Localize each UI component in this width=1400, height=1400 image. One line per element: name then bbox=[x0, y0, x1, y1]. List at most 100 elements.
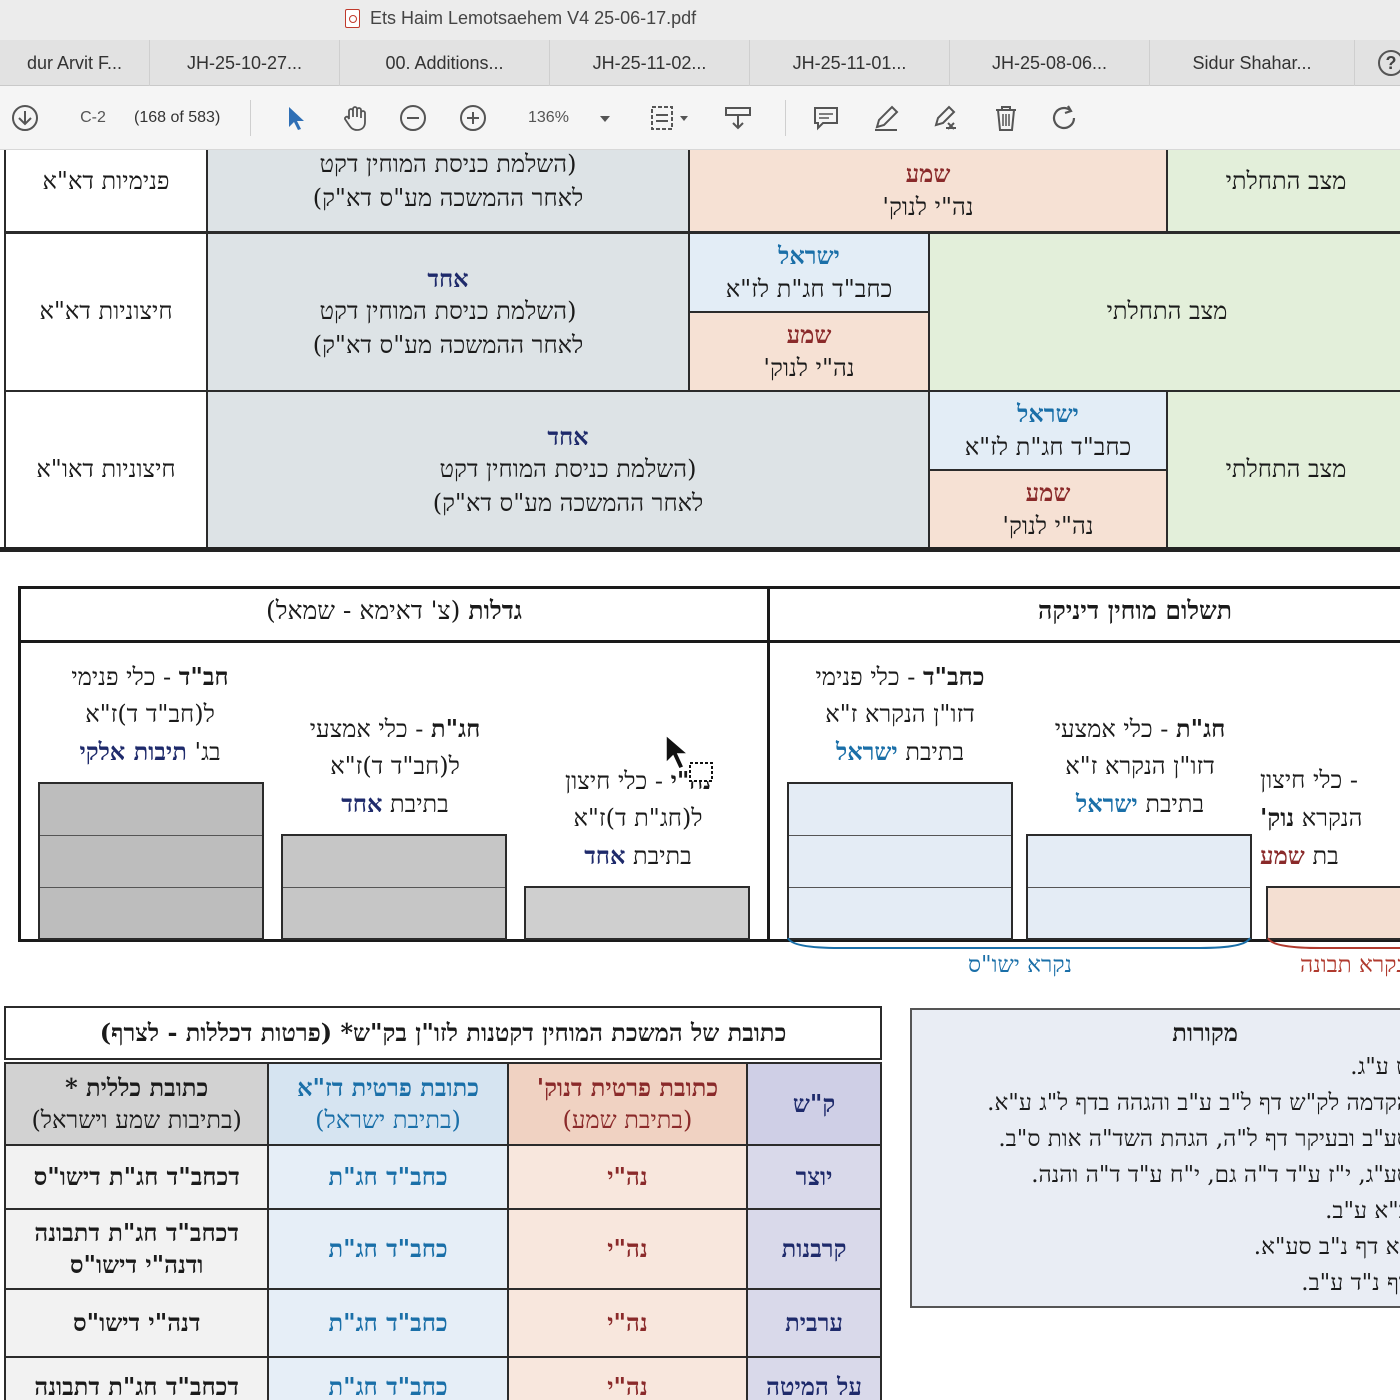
gadlut-col-b-rest: - כלי אמצעי bbox=[309, 715, 432, 743]
yenika-col-a-line3-pre: בתיבת bbox=[897, 738, 965, 767]
row1-left-label: פנימיות דא"א bbox=[4, 150, 208, 233]
gadlut-col-c-line3-pre: בתיבת bbox=[625, 842, 692, 871]
t2-row2-klali: דכחב"ד חג"ת דתבונה ודנה"י דישו"ס bbox=[3, 1208, 270, 1290]
mouse-cursor-icon bbox=[665, 733, 713, 782]
gadlut-title-rest: (צ' דאימא - שמאל) bbox=[266, 596, 469, 625]
row1-achad-line1: (השלמת כניסת המוחין דקט bbox=[319, 150, 577, 178]
rotate-icon[interactable] bbox=[1050, 103, 1080, 133]
tab-6[interactable]: JH-25-08-06... bbox=[950, 40, 1150, 86]
gadlut-bar-c bbox=[524, 886, 750, 940]
row3-israel-sub: כחב"ד חג"ת לז"א bbox=[964, 432, 1132, 461]
t2-row1-name: יוצר bbox=[746, 1144, 882, 1210]
zoom-value: 136% bbox=[528, 109, 569, 126]
title-bar: Ets Haim Lemotsaehem V4 25-06-17.pdf bbox=[0, 0, 1400, 40]
gadlut-title: גדלות (צ' דאימא - שמאל) bbox=[18, 596, 770, 626]
download-icon[interactable] bbox=[10, 103, 40, 133]
t2-row4-nuk: נה"י bbox=[506, 1356, 749, 1400]
row3-achad-line1: (השלמת כניסת המוחין דקט bbox=[439, 455, 697, 484]
yenika-bar-c bbox=[1266, 886, 1400, 940]
gadlut-col-c-line3-hl: אחד bbox=[584, 841, 626, 871]
gadlut-col-a-line3-hl: תיבות אלקי bbox=[79, 737, 187, 767]
t2-row2-za: כחב"ד חג"ת bbox=[267, 1208, 509, 1290]
row3-shema-sub: נה"י לנוק' bbox=[1002, 511, 1094, 540]
table-row: על המיטה נה"י כחב"ד חג"ת דכחב"ד חג"ת דתב… bbox=[3, 1356, 882, 1400]
yenika-title: תשלום מוחין דיניקה bbox=[1037, 596, 1232, 625]
table-row: יוצר נה"י כחב"ד חג"ת דכחב"ד חג"ת דישו"ס bbox=[3, 1144, 882, 1210]
t2-col-klali: כתובת כללית * (בתיבות שמע וישראל) bbox=[3, 1062, 270, 1146]
gadlut-col-a-bold: חב"ד bbox=[178, 662, 229, 691]
row2-achad-line1: (השלמת כניסת המוחין דקט bbox=[319, 297, 577, 326]
t2-row4-za: כחב"ד חג"ת bbox=[267, 1356, 509, 1400]
t2-col-ks: ק"ש bbox=[746, 1062, 882, 1146]
tab-3[interactable]: 00. Additions... bbox=[340, 40, 550, 86]
row3-israel-cell: ישראל כחב"ד חג"ת לז"א bbox=[928, 390, 1168, 471]
table2-header: כתובת של המשכת המוחין דקטנות לזו"ן בק"ש*… bbox=[4, 1006, 882, 1060]
yenika-col-a-label: כחב"ד - כלי פנימי דזו"ן הנקרא ז"א בתיבת … bbox=[780, 658, 1020, 772]
tab-bar: dur Arvit F... JH-25-10-27... 00. Additi… bbox=[0, 40, 1400, 86]
fit-page-icon[interactable] bbox=[648, 103, 692, 133]
row2-shema-word: שמע bbox=[786, 319, 832, 349]
yenika-col-b-bold: חג"ת bbox=[1176, 714, 1226, 743]
row2-achad-cell: אחד (השלמת כניסת המוחין דקט לאחר ההמשכה … bbox=[206, 232, 690, 392]
t2-col-nuk: כתובת פרטית דנוק' (בתיבת שמע) bbox=[506, 1062, 749, 1146]
source-line-2: הקדמה לק"ש דף ל"ב ע"ב והגהה בדף ל"ג ע"א. bbox=[987, 1090, 1400, 1116]
sign-icon[interactable] bbox=[930, 103, 960, 133]
help-icon[interactable]: ? bbox=[1378, 50, 1400, 76]
t2-row2-nuk: נה"י bbox=[506, 1208, 749, 1290]
yenika-col-b-rest: - כלי אמצעי bbox=[1054, 715, 1177, 743]
tab-7[interactable]: Sidur Shahar... bbox=[1150, 40, 1355, 86]
gadlut-col-a-label: חב"ד - כלי פנימי ל(חב"ד ד)ז"א בג' תיבות … bbox=[30, 658, 270, 772]
yenika-col-c-line3-pre: בת bbox=[1304, 842, 1339, 871]
row3-achad-cell: אחד (השלמת כניסת המוחין דקט לאחר ההמשכה … bbox=[206, 390, 930, 550]
trash-icon[interactable] bbox=[991, 103, 1021, 133]
row1-left-label-text: פנימיות דא"א bbox=[42, 166, 170, 195]
t2-row3-nuk: נה"י bbox=[506, 1288, 749, 1358]
gadlut-col-c-line2: ל(חג"ת ד)ז"א bbox=[573, 804, 703, 833]
source-line-5: כ"א ע"ב. bbox=[1325, 1198, 1400, 1224]
gadlut-col-b-label: חג"ת - כלי אמצעי ל(חב"ד ד)ז"א בתיבת אחד bbox=[275, 710, 515, 824]
row2-achad-word: אחד bbox=[427, 263, 469, 293]
t2-col-klali-l1: כתובת כללית * bbox=[65, 1072, 209, 1102]
tab-2[interactable]: JH-25-10-27... bbox=[150, 40, 340, 86]
row3-achad-line2: לאחר ההמשכה מע"ס דא"ק) bbox=[432, 488, 704, 517]
yenika-col-c-label: - כלי חיצון הנקרא נוק' בת שמע bbox=[1260, 762, 1400, 876]
zoom-in-icon[interactable] bbox=[458, 103, 488, 133]
gadlut-col-a-line3-pre: בג' bbox=[186, 738, 221, 767]
gadlut-col-b-line3-pre: בתיבת bbox=[382, 790, 449, 819]
zoom-select[interactable]: 136% bbox=[512, 104, 618, 132]
tab-5[interactable]: JH-25-11-01... bbox=[750, 40, 950, 86]
row3-left-label-text: חיצוניות דאו"א bbox=[36, 455, 176, 484]
yenika-col-b-label: חג"ת - כלי אמצעי דזו"ן הנקרא ז"א בתיבת י… bbox=[1020, 710, 1260, 824]
row2-state-cell: מצב התחלתי bbox=[928, 232, 1400, 392]
row3-achad-word: אחד bbox=[547, 421, 589, 451]
row3-state-text: מצב התחלתי bbox=[1225, 455, 1347, 484]
gadlut-col-b-line3-hl: אחד bbox=[341, 789, 383, 819]
source-line-4: סע"ג, י"ז ע"ד ד"ה גם, י"ח ע"ד ד"ה והנה. bbox=[1031, 1162, 1400, 1188]
yenika-bar-b bbox=[1026, 834, 1252, 940]
t2-row1-za: כחב"ד חג"ת bbox=[267, 1144, 509, 1210]
tab-1[interactable]: dur Arvit F... bbox=[0, 40, 150, 86]
comment-icon[interactable] bbox=[811, 103, 841, 133]
tab-4[interactable]: JH-25-11-02... bbox=[550, 40, 750, 86]
marker-icon[interactable] bbox=[723, 103, 753, 133]
bracket-red-label: נקרא תבונה bbox=[1300, 952, 1400, 978]
source-line-7: דף נ"ד ע"ב. bbox=[1301, 1270, 1400, 1296]
t2-row3-za: כחב"ד חג"ת bbox=[267, 1288, 509, 1358]
gadlut-col-b-bold: חג"ת bbox=[431, 714, 481, 743]
pdf-document-view[interactable]: פנימיות דא"א (השלמת כניסת המוחין דקט לאח… bbox=[0, 150, 1400, 1400]
t2-row2-name: קרבנות bbox=[746, 1208, 882, 1290]
page-number-input[interactable]: C-2 bbox=[60, 104, 126, 132]
t2-row3-name: ערבית bbox=[746, 1288, 882, 1358]
gadlut-bar-a bbox=[38, 782, 264, 940]
table-row: קרבנות נה"י כחב"ד חג"ת דכחב"ד חג"ת דתבונ… bbox=[3, 1208, 882, 1290]
t2-col-nuk-l2: (בתיבת שמע) bbox=[562, 1106, 693, 1134]
yenika-bar-a bbox=[787, 782, 1013, 940]
t2-col-ks-label: ק"ש bbox=[792, 1088, 836, 1118]
pen-icon[interactable] bbox=[871, 103, 901, 133]
zoom-out-icon[interactable] bbox=[398, 103, 428, 133]
yenika-col-b-line3-pre: בתיבת bbox=[1137, 790, 1205, 819]
hand-icon[interactable] bbox=[340, 103, 370, 133]
arrow-pointer-icon[interactable] bbox=[280, 103, 310, 133]
sources-box: מקורות ט ע"ג. הקדמה לק"ש דף ל"ב ע"ב והגה… bbox=[910, 1008, 1400, 1308]
yenika-col-a-bold: כחב"ד bbox=[922, 662, 985, 691]
